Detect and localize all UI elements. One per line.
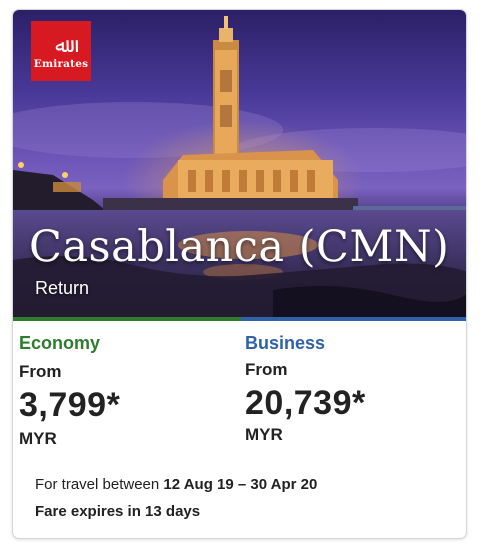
- travel-period-prefix: For travel between: [35, 476, 160, 493]
- logo-text: Emirates: [33, 57, 89, 70]
- destination-hero-image: ﷲ Emirates Casablanca (CMN) Return: [13, 10, 466, 317]
- travel-period: For travel between 12 Aug 19 – 30 Apr 20: [35, 476, 317, 493]
- business-currency: MYR: [245, 425, 283, 444]
- emirates-calligraphy-icon: ﷲ: [55, 32, 67, 57]
- business-price: 20,739*: [245, 384, 366, 422]
- business-from-label: From: [245, 360, 288, 379]
- economy-cabin-label: Economy: [19, 333, 101, 353]
- business-fare[interactable]: Business From 20,739* MYR: [245, 333, 366, 445]
- economy-currency: MYR: [19, 429, 57, 448]
- cabin-color-bars: [13, 317, 466, 321]
- economy-price: 3,799*: [19, 386, 121, 424]
- economy-fare[interactable]: Economy From 3,799* MYR: [19, 333, 120, 449]
- economy-from-label: From: [19, 362, 62, 381]
- trip-type: Return: [35, 278, 90, 298]
- business-color-bar: [241, 317, 466, 321]
- destination-title: Casablanca (CMN): [29, 222, 450, 272]
- business-cabin-label: Business: [245, 333, 326, 353]
- fare-expiry: Fare expires in 13 days: [35, 503, 201, 520]
- fare-card[interactable]: ﷲ Emirates Casablanca (CMN) Return Econo…: [12, 9, 467, 539]
- emirates-logo: ﷲ Emirates: [31, 21, 91, 81]
- travel-period-dates: 12 Aug 19 – 30 Apr 20: [163, 476, 318, 493]
- economy-color-bar: [13, 317, 241, 321]
